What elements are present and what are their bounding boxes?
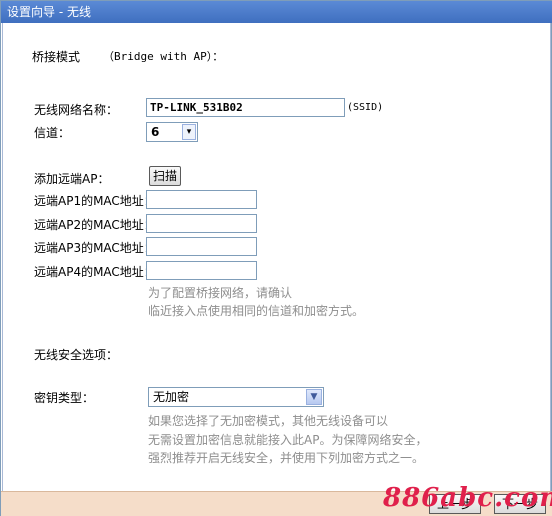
- wizard-window: 设置向导 - 无线 桥接模式 （Bridge with AP）： 无线网络名称：…: [0, 0, 552, 516]
- wizard-body: 桥接模式 （Bridge with AP）： 无线网络名称： TP-LINK_5…: [2, 23, 551, 493]
- mac-label-1: 远端AP1的MAC地址：: [34, 194, 156, 208]
- ssid-input[interactable]: TP-LINK_531B02: [146, 98, 345, 117]
- mac-label-3: 远端AP3的MAC地址：: [34, 241, 156, 255]
- channel-value: 6: [151, 125, 160, 139]
- add-remote-ap-label: 添加远端AP：: [34, 172, 110, 186]
- remote-hint-line1: 为了配置桥接网络，请确认: [148, 286, 293, 300]
- key-type-select[interactable]: 无加密 ▼: [148, 387, 324, 407]
- channel-select[interactable]: 6 ▾: [146, 122, 198, 142]
- mac-input-3[interactable]: [146, 237, 257, 256]
- mac-input-2[interactable]: [146, 214, 257, 233]
- channel-label: 信道：: [34, 126, 71, 140]
- mac-input-4[interactable]: [146, 261, 257, 280]
- mac-label-4: 远端AP4的MAC地址：: [34, 265, 156, 279]
- ssid-label: 无线网络名称：: [34, 103, 119, 117]
- security-heading: 无线安全选项：: [34, 348, 119, 362]
- site-watermark: 886abc.com: [383, 483, 552, 513]
- bridge-mode-heading: 桥接模式: [32, 50, 81, 64]
- security-hint-line2: 无需设置加密信息就能接入此AP。为保障网络安全，: [148, 433, 428, 447]
- mac-input-1[interactable]: [146, 190, 257, 209]
- chevron-down-icon[interactable]: ▼: [306, 389, 322, 405]
- security-hint-line1: 如果您选择了无加密模式，其他无线设备可以: [148, 414, 389, 428]
- remote-hint-line2: 临近接入点使用相同的信道和加密方式。: [148, 304, 365, 318]
- bridge-mode-subheading: （Bridge with AP）：: [103, 50, 224, 63]
- mac-label-2: 远端AP2的MAC地址：: [34, 218, 156, 232]
- ssid-suffix: (SSID): [347, 102, 384, 113]
- scan-button[interactable]: 扫描: [149, 166, 181, 186]
- key-type-label: 密钥类型：: [34, 391, 95, 405]
- security-hint-line3: 强烈推荐开启无线安全，并使用下列加密方式之一。: [148, 451, 425, 465]
- window-title: 设置向导 - 无线: [1, 1, 552, 23]
- chevron-down-icon[interactable]: ▾: [182, 124, 196, 140]
- key-type-value: 无加密: [153, 390, 190, 404]
